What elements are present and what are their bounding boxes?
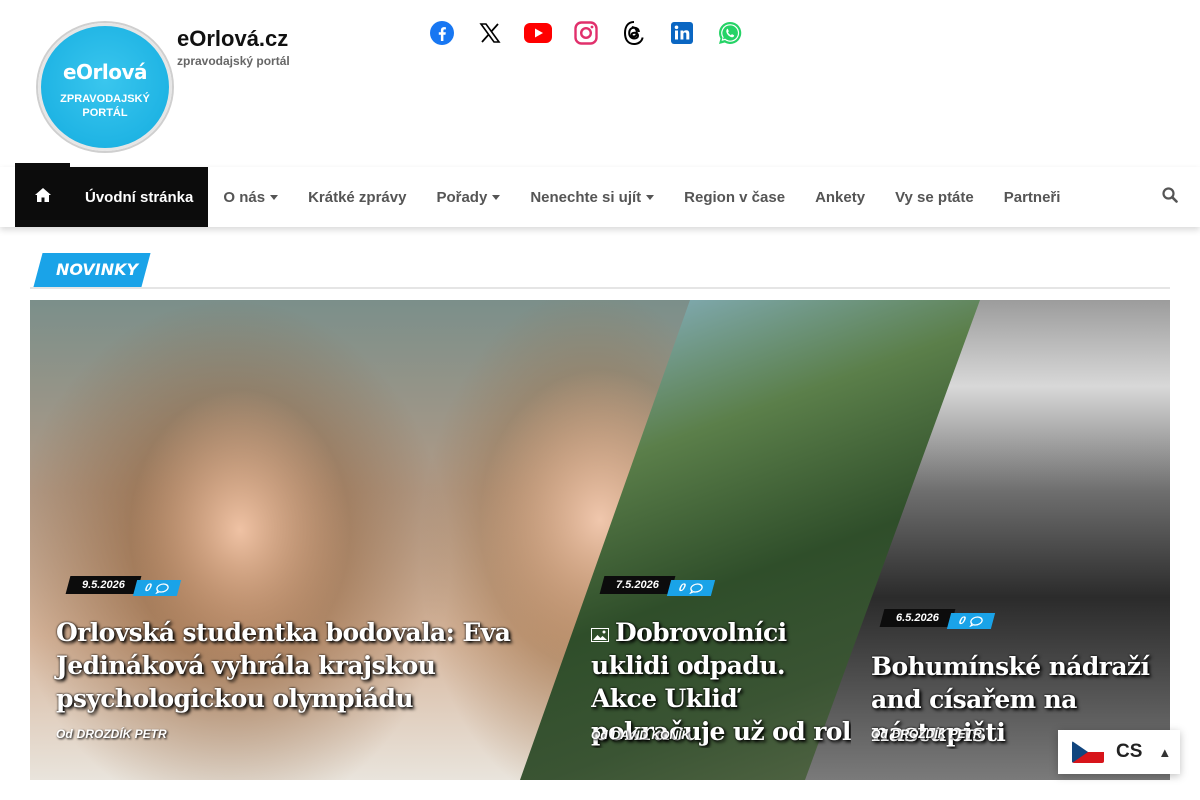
nav-item-label: Partneři [1003,188,1061,206]
site-logo[interactable]: eOrlová ZPRAVODAJSKÝ PORTÁL [38,23,172,151]
slide-title[interactable]: Orlovská studentka bodovala: Eva Jedinák… [56,616,556,715]
site-header: eOrlová ZPRAVODAJSKÝ PORTÁL eOrlová.cz z… [0,0,1200,163]
author-name[interactable]: DROZDÍK PETR [892,727,982,741]
nav-item-dont-miss[interactable]: Nenechte si ujít [515,167,669,227]
nav-menu: Úvodní stránka O nás Krátké zprávy Pořad… [70,167,1075,227]
logo-subtitle-line1: ZPRAVODAJSKÝ [60,93,150,105]
post-date[interactable]: 7.5.2026 [599,576,676,594]
section-heading: NOVINKY [30,253,1170,289]
nav-item-label: Pořady [436,188,488,206]
nav-item-partners[interactable]: Partneři [989,167,1076,227]
comment-count[interactable]: 0 [946,613,996,629]
author-name[interactable]: DAVID KONÍK [612,728,690,742]
nav-item-label: Krátké zprávy [308,188,407,206]
search-icon [1162,187,1178,203]
nav-item-shows[interactable]: Pořady [421,167,515,227]
nav-item-home[interactable]: Úvodní stránka [70,167,209,227]
nav-item-you-ask[interactable]: Vy se ptáte [880,167,989,227]
slide-author: Od DAVID KONÍK [591,728,690,742]
image-icon [591,627,609,642]
threads-icon[interactable] [610,13,658,53]
main-navigation: Úvodní stránka O nás Krátké zprávy Pořad… [0,163,1200,227]
author-name[interactable]: DROZDÍK PETR [77,727,167,741]
comments-icon [155,582,169,594]
x-icon[interactable] [466,13,514,53]
section-tag: NOVINKY [33,253,151,287]
language-switcher[interactable]: CS ▲ [1058,730,1180,774]
chevron-up-icon: ▲ [1158,744,1172,760]
nav-item-short-news[interactable]: Krátké zprávy [293,167,421,227]
nav-item-polls[interactable]: Ankety [800,167,880,227]
czech-flag-icon [1072,741,1104,763]
slide-meta: 6.5.2026 0 [879,607,996,629]
linkedin-icon[interactable] [658,13,706,53]
chevron-down-icon [492,194,501,200]
search-button[interactable] [1162,187,1178,208]
nav-item-label: Úvodní stránka [85,188,194,206]
nav-item-label: Vy se ptáte [895,188,974,206]
language-code: CS [1116,741,1143,762]
chevron-down-icon [646,194,655,200]
section-title: NOVINKY [56,260,139,279]
news-slider: 9.5.2026 0 Orlovská studentka bodovala: … [30,300,1170,780]
nav-item-label: Ankety [815,188,866,206]
slide-title-text: Dobrovolníci uklidi odpadu. Akce Ukliď p… [591,618,851,746]
nav-item-label: Region v čase [684,188,786,206]
logo-subtitle: ZPRAVODAJSKÝ PORTÁL [41,92,169,120]
nav-item-label: O nás [223,188,266,206]
comments-icon [689,582,703,594]
comment-count[interactable]: 0 [132,580,182,596]
slide-meta: 7.5.2026 0 [599,574,716,596]
facebook-icon[interactable] [418,13,466,53]
site-description: zpravodajský portál [177,54,290,68]
slide-author: Od DROZDÍK PETR [56,727,167,741]
author-prefix: Od [871,727,888,741]
logo-subtitle-line2: PORTÁL [82,107,128,119]
chevron-down-icon [270,194,279,200]
post-date[interactable]: 9.5.2026 [65,576,142,594]
nav-item-about[interactable]: O nás [208,167,293,227]
author-prefix: Od [56,727,73,741]
slide-meta: 9.5.2026 0 [65,574,182,596]
whatsapp-icon[interactable] [706,13,754,53]
comments-icon [969,615,983,627]
youtube-icon[interactable] [514,13,562,53]
nav-item-region-history[interactable]: Region v čase [669,167,800,227]
home-icon [34,188,51,202]
comment-count[interactable]: 0 [666,580,716,596]
home-button[interactable] [15,163,70,227]
nav-item-label: Nenechte si ujít [530,188,642,206]
site-title[interactable]: eOrlová.cz [177,26,288,52]
social-links [418,13,754,53]
author-prefix: Od [591,728,608,742]
logo-brand: eOrlová [62,60,148,84]
instagram-icon[interactable] [562,13,610,53]
slide-author: Od DROZDÍK PETR [871,727,982,741]
post-date[interactable]: 6.5.2026 [879,609,956,627]
